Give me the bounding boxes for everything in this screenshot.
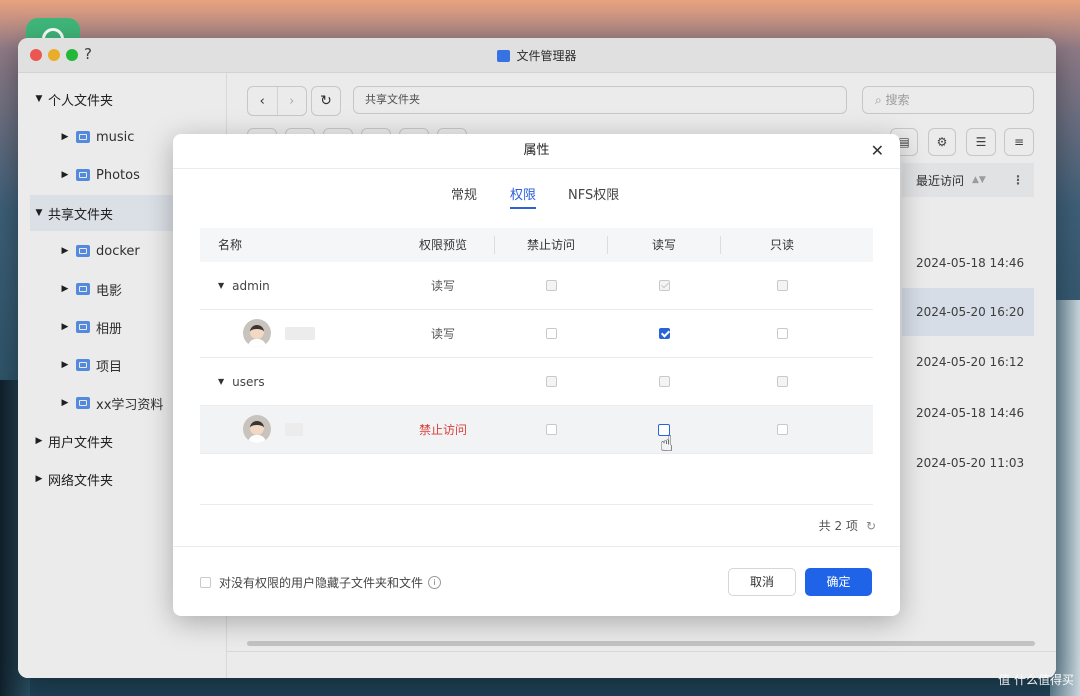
rw-cell — [608, 310, 720, 357]
close-icon[interactable]: ✕ — [871, 141, 884, 160]
tab-bar: 常规 权限 NFS权限 — [173, 184, 900, 209]
dialog-title: 属性 — [173, 134, 900, 169]
caret-down-icon: ▼ — [218, 281, 225, 290]
item-count-label: 共 2 项 — [818, 519, 858, 533]
column-deny: 禁止访问 — [526, 238, 575, 252]
rw-checkbox[interactable] — [658, 376, 670, 387]
column-read-only: 只读 — [769, 238, 794, 252]
rw-cell — [608, 358, 720, 405]
table-row: ▼ users — [200, 358, 873, 406]
deny-checkbox[interactable] — [545, 424, 557, 435]
group-name[interactable]: ▼ admin — [218, 262, 270, 309]
ro-checkbox[interactable] — [776, 280, 788, 291]
ro-cell — [721, 358, 843, 405]
rw-checkbox[interactable] — [658, 328, 670, 339]
ro-checkbox[interactable] — [776, 424, 788, 435]
tab-general[interactable]: 常规 — [451, 184, 477, 208]
column-read-write: 读写 — [651, 238, 676, 252]
column-name: 名称 — [218, 238, 243, 252]
properties-dialog: 属性 ✕ 常规 权限 NFS权限 名称 权限预览 禁止访问 读写 只读 ▼ adm… — [173, 134, 900, 616]
permissions-table: 名称 权限预览 禁止访问 读写 只读 ▼ admin 读写 读写 ▼ users — [200, 228, 873, 454]
permission-preview: 读写 — [430, 279, 455, 293]
table-row: ▼ admin 读写 — [200, 262, 873, 310]
group-label: users — [232, 374, 265, 389]
deny-checkbox[interactable] — [545, 280, 557, 291]
hand-cursor-icon: ☝ — [660, 432, 674, 457]
ro-cell — [721, 262, 843, 309]
rw-cell — [608, 262, 720, 309]
deny-cell — [495, 262, 607, 309]
table-row: 禁止访问 — [200, 406, 873, 454]
ro-checkbox[interactable] — [776, 328, 788, 339]
divider — [173, 546, 900, 547]
refresh-icon[interactable]: ↻ — [866, 519, 876, 533]
ro-checkbox[interactable] — [776, 376, 788, 387]
hide-option-label: 对没有权限的用户隐藏子文件夹和文件 — [219, 576, 424, 590]
avatar — [243, 415, 271, 443]
column-preview: 权限预览 — [418, 238, 467, 252]
deny-checkbox[interactable] — [545, 376, 557, 387]
hide-option-checkbox[interactable] — [200, 577, 211, 588]
item-count: 共 2 项 ↻ — [819, 517, 876, 534]
ro-cell — [721, 310, 843, 357]
deny-checkbox[interactable] — [545, 328, 557, 339]
caret-down-icon: ▼ — [218, 377, 225, 386]
group-label: admin — [232, 278, 270, 293]
info-icon[interactable]: i — [428, 576, 442, 589]
table-header: 名称 权限预览 禁止访问 读写 只读 — [200, 228, 873, 262]
table-row: 读写 — [200, 310, 873, 358]
avatar — [243, 319, 271, 347]
cancel-button[interactable]: 取消 — [728, 568, 796, 596]
redacted-username — [285, 327, 315, 340]
ok-button[interactable]: 确定 — [805, 568, 872, 596]
ro-cell — [721, 406, 843, 453]
deny-cell — [495, 406, 607, 453]
tab-permissions[interactable]: 权限 — [510, 184, 537, 209]
permission-preview: 禁止访问 — [418, 423, 467, 437]
redacted-username — [285, 423, 303, 436]
permission-preview: 读写 — [430, 327, 455, 341]
hide-option[interactable]: 对没有权限的用户隐藏子文件夹和文件 i — [200, 574, 442, 591]
rw-checkbox[interactable] — [658, 280, 670, 291]
deny-cell — [495, 310, 607, 357]
watermark: 值 什么值得买 — [998, 673, 1074, 687]
divider — [200, 504, 873, 505]
group-name[interactable]: ▼ users — [218, 358, 265, 405]
tab-nfs-permissions[interactable]: NFS权限 — [568, 184, 619, 208]
deny-cell — [495, 358, 607, 405]
